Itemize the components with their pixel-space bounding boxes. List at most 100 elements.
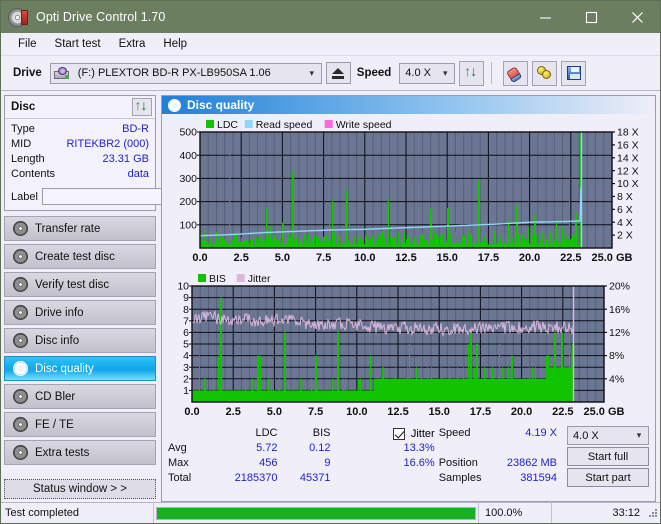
- refresh-button[interactable]: ↑ ↓: [459, 60, 485, 86]
- svg-text:8%: 8%: [609, 350, 624, 362]
- svg-text:22.5: 22.5: [560, 252, 581, 264]
- start-part-button[interactable]: Start part: [567, 468, 650, 487]
- sidebar-item-label: CD Bler: [35, 390, 76, 403]
- test-speed-select[interactable]: 4.0 X ▾: [567, 426, 650, 445]
- save-button[interactable]: [561, 60, 587, 86]
- stats-label-max: Max: [168, 457, 189, 469]
- svg-text:BIS: BIS: [209, 273, 226, 285]
- stats-bis-max: 9: [324, 457, 331, 469]
- disc-icon: [13, 221, 28, 236]
- sidebar-item-label: Transfer rate: [35, 222, 101, 235]
- stats-ldc-avg: 5.72: [256, 442, 278, 454]
- svg-text:LDC: LDC: [217, 119, 238, 131]
- svg-text:18 X: 18 X: [617, 127, 639, 139]
- main-area: Disc ↑ ↓ Type BD-R MID RITEKBR2 (000) Le…: [1, 91, 660, 502]
- menu-label-help: Help: [163, 38, 188, 50]
- svg-text:12.5: 12.5: [395, 252, 416, 264]
- sidebar-item-disc-quality[interactable]: Disc quality: [4, 356, 156, 381]
- sidebar-item-extra-tests[interactable]: Extra tests: [4, 440, 156, 465]
- menu-item-file[interactable]: File: [9, 36, 46, 52]
- sidebar-item-fe-te[interactable]: FE / TE: [4, 412, 156, 437]
- ldc-chart[interactable]: LDC Read speed Write speed 100 200 300 400 500 2…: [166, 116, 652, 268]
- sidebar-item-cd-bler[interactable]: CD Bler: [4, 384, 156, 409]
- maximize-button[interactable]: [568, 1, 614, 33]
- sidebar-item-label: Disc info: [35, 334, 80, 347]
- svg-text:400: 400: [179, 150, 197, 162]
- drive-select-value: (F:) PLEXTOR BD-R PX-LB950SA 1.06: [77, 67, 271, 79]
- sidebar-item-drive-info[interactable]: Drive info: [4, 300, 156, 325]
- minimize-button[interactable]: [522, 1, 568, 33]
- sidebar-item-transfer-rate[interactable]: Transfer rate: [4, 216, 156, 241]
- disc-icon: [13, 361, 28, 376]
- content-header: Disc quality: [162, 96, 655, 114]
- stats-row-labels: Avg Max Total: [168, 426, 214, 487]
- stats-actions: 4.0 X ▾ Start full Start part: [567, 426, 650, 487]
- eject-button[interactable]: [325, 62, 351, 84]
- sidebar-item-verify-test-disc[interactable]: Verify test disc: [4, 272, 156, 297]
- bis-jitter-chart[interactable]: BIS Jitter 12345678910 4% 8% 12% 16% 20% 0.0 2.5 5…: [166, 270, 652, 422]
- sidebar-nav: Transfer rate Create test disc Verify te…: [4, 216, 156, 465]
- start-full-button[interactable]: Start full: [567, 447, 650, 466]
- svg-text:4: 4: [183, 350, 189, 362]
- chevron-down-icon: ▾: [443, 67, 448, 78]
- jitter-checkbox[interactable]: [392, 427, 405, 440]
- elapsed-time-label: 33:12: [551, 503, 648, 523]
- menu-label-start-test: Start test: [54, 38, 101, 50]
- stats-label-total: Total: [168, 472, 192, 484]
- resize-grip[interactable]: [648, 508, 658, 518]
- disc-label-row: Label: [5, 185, 244, 210]
- title-bar: Opti Drive Control 1.70: [1, 1, 660, 33]
- menu-item-help[interactable]: Help: [154, 36, 196, 52]
- menu-item-extra[interactable]: Extra: [110, 36, 155, 52]
- svg-text:20.0: 20.0: [511, 406, 532, 418]
- svg-text:5.0: 5.0: [267, 406, 282, 418]
- disc-label-key: Label: [11, 190, 38, 203]
- svg-text:10.0: 10.0: [346, 406, 367, 418]
- stats-bis-avg: 0.12: [309, 442, 331, 454]
- svg-text:17.5: 17.5: [470, 406, 491, 418]
- progress-percent-label: 100.0%: [478, 503, 551, 523]
- svg-text:25.0 GB: 25.0 GB: [584, 406, 625, 418]
- svg-text:10 X: 10 X: [617, 178, 639, 190]
- sidebar-item-create-test-disc[interactable]: Create test disc: [4, 244, 156, 269]
- disc-row-type: Type BD-R: [11, 122, 149, 137]
- close-button[interactable]: [614, 1, 660, 33]
- disc-icon: [13, 249, 28, 264]
- disc-refresh-button[interactable]: ↑ ↓: [132, 97, 152, 116]
- sidebar-item-disc-info[interactable]: Disc info: [4, 328, 156, 353]
- stats-label-samples: Samples: [438, 472, 482, 484]
- stats-column-ldc: LDC 5.72 456 2185370: [214, 426, 278, 487]
- svg-text:12 X: 12 X: [617, 165, 639, 177]
- disc-row-mid-value: RITEKBR2 (000): [66, 138, 149, 150]
- disc-row-contents: Contents data: [11, 167, 149, 182]
- sidebar-item-label: FE / TE: [35, 418, 74, 431]
- menu-item-start-test[interactable]: Start test: [46, 36, 110, 52]
- svg-text:16%: 16%: [609, 304, 630, 316]
- sidebar-item-label: Verify test disc: [35, 278, 110, 291]
- erase-button[interactable]: [503, 60, 529, 86]
- svg-text:5.0: 5.0: [275, 252, 290, 264]
- disc-panel-header: Disc ↑ ↓: [5, 96, 155, 119]
- menu-label-extra: Extra: [118, 38, 146, 50]
- svg-text:8 X: 8 X: [617, 191, 633, 203]
- svg-text:12%: 12%: [609, 327, 630, 339]
- key-button[interactable]: [532, 60, 558, 86]
- status-window-button[interactable]: Status window > >: [4, 479, 156, 499]
- svg-text:8: 8: [183, 304, 189, 316]
- disc-row-contents-key: Contents: [11, 168, 56, 180]
- stats-header-bis: BIS: [312, 427, 331, 439]
- svg-text:15.0: 15.0: [428, 406, 449, 418]
- drive-select[interactable]: (F:) PLEXTOR BD-R PX-LB950SA 1.06 ▾: [49, 62, 322, 84]
- svg-text:9: 9: [183, 292, 189, 304]
- svg-text:4 X: 4 X: [617, 217, 633, 229]
- svg-text:7.5: 7.5: [308, 406, 323, 418]
- stats-panel: Avg Max Total LDC 5.72 456 2185370 BIS 0…: [162, 422, 655, 489]
- svg-text:5: 5: [183, 339, 189, 351]
- stats-header-ldc: LDC: [255, 427, 278, 439]
- speed-select[interactable]: 4.0 X ▾: [399, 62, 456, 84]
- disc-icon: [13, 445, 28, 460]
- disc-row-mid: MID RITEKBR2 (000): [11, 137, 149, 152]
- chevron-down-icon: ▾: [636, 430, 642, 440]
- floppy-save-icon: [566, 66, 581, 80]
- drive-label: Drive: [13, 67, 42, 79]
